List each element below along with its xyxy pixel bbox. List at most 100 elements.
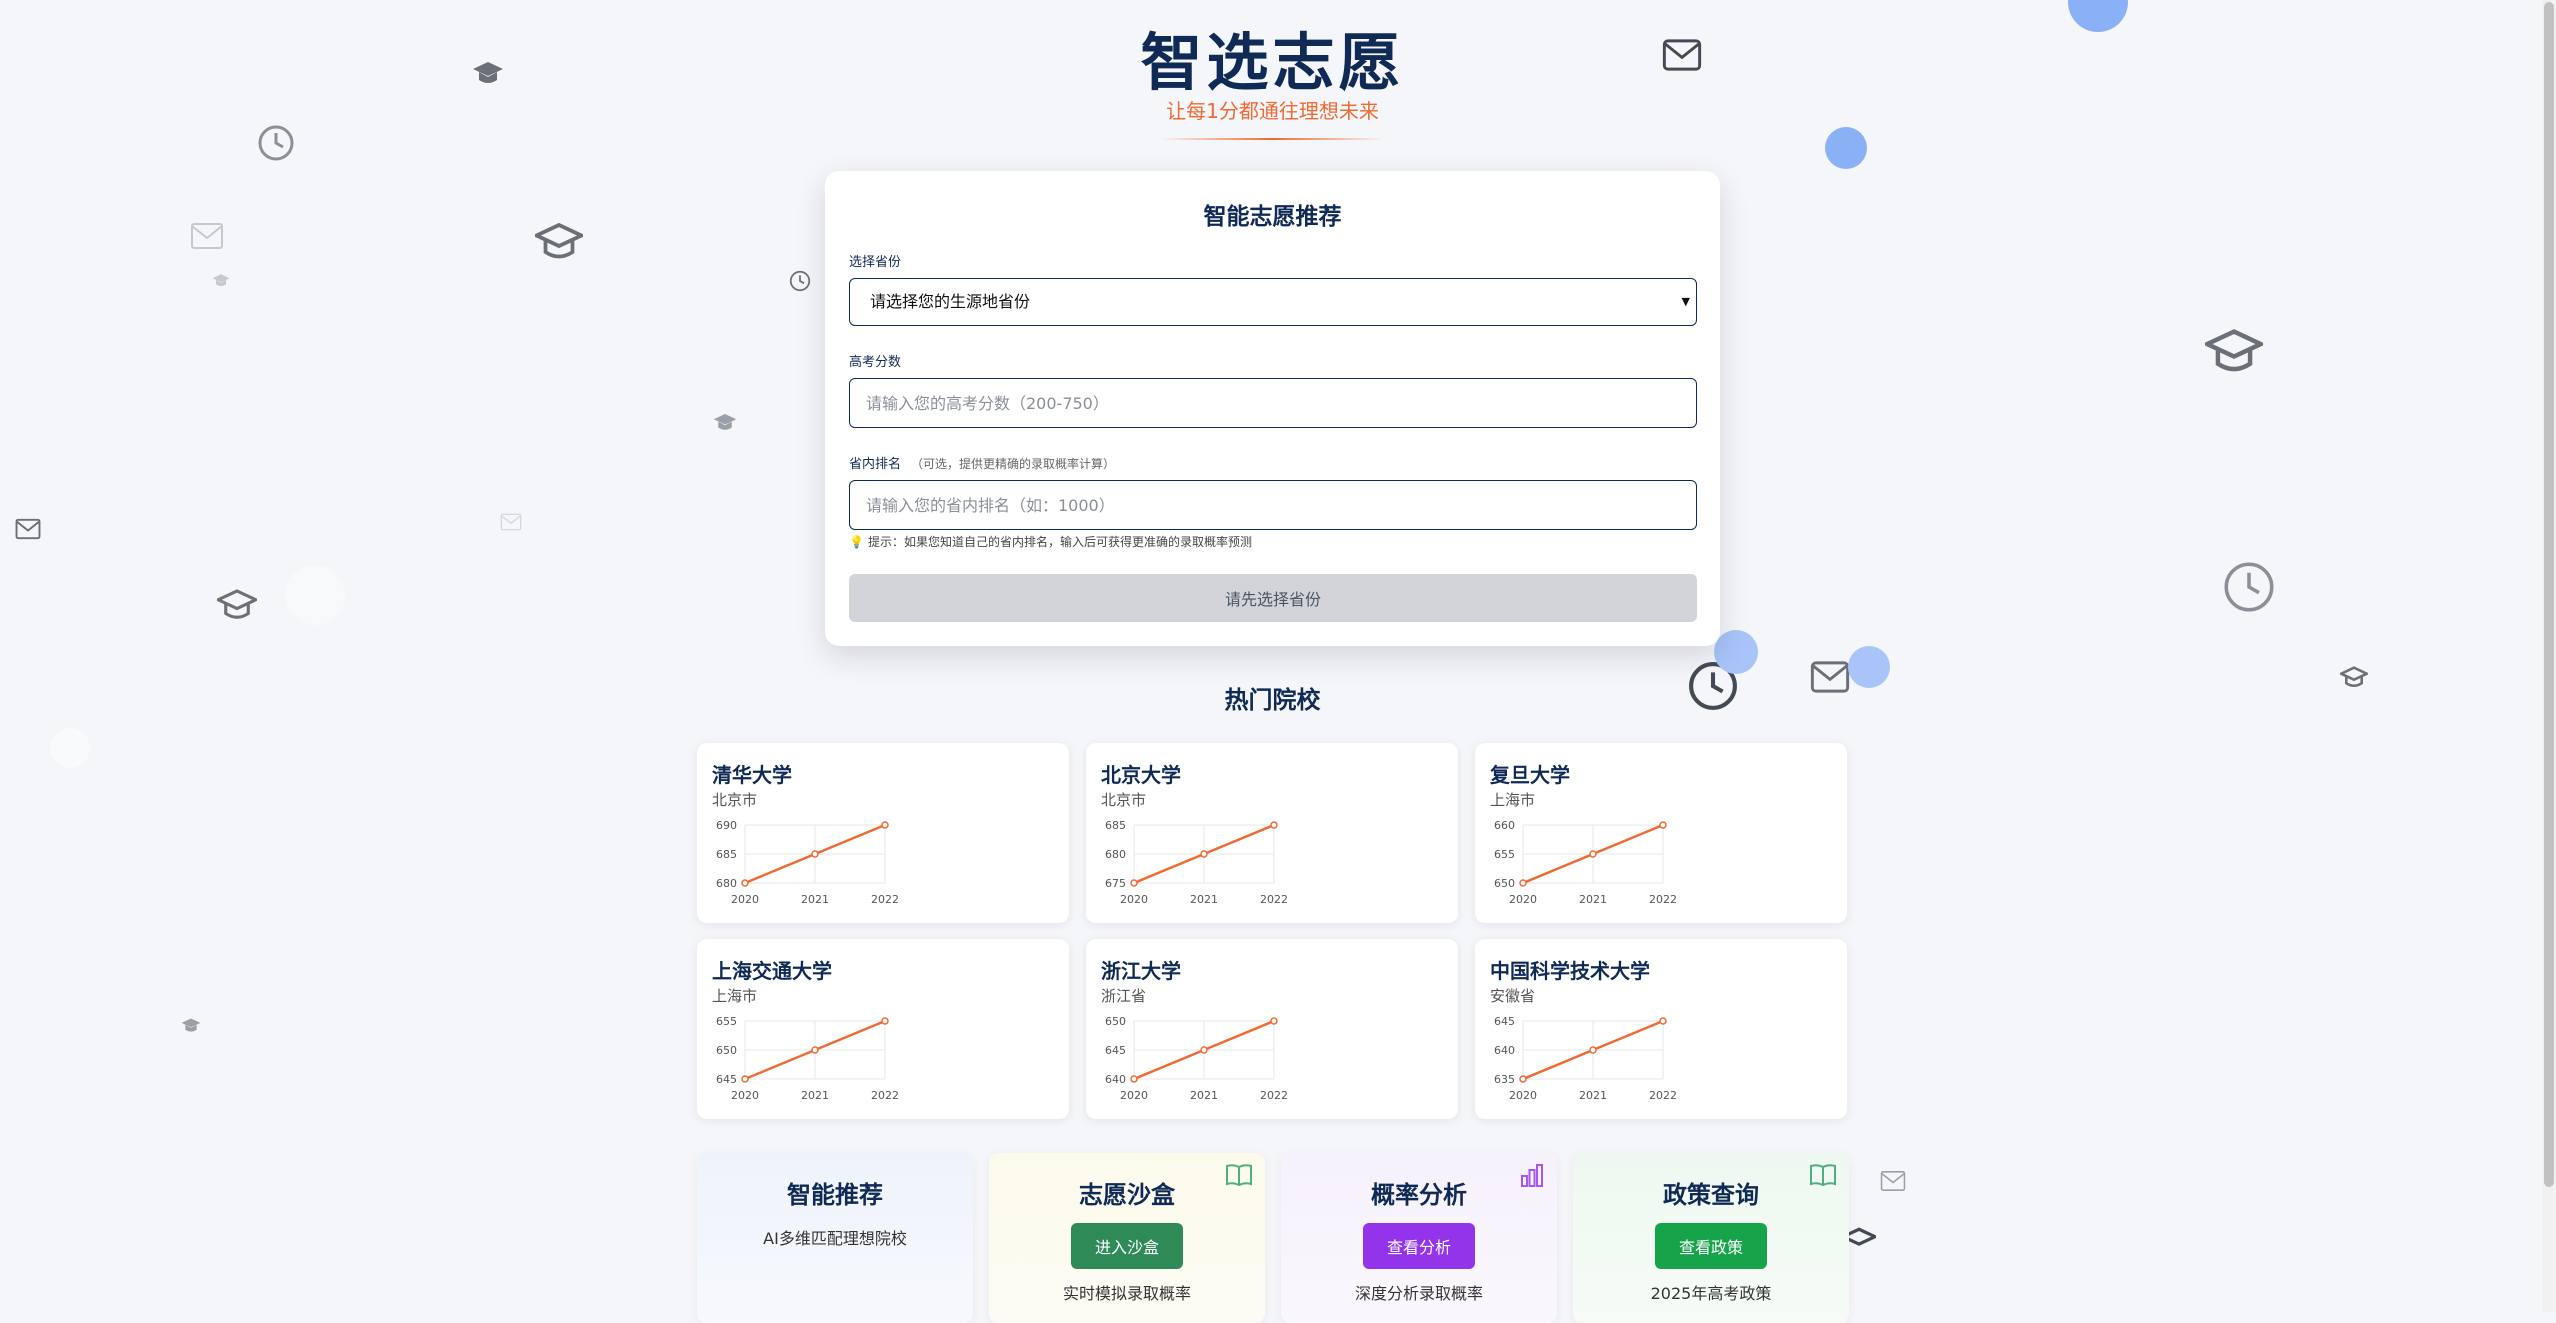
university-name: 北京大学 bbox=[1101, 763, 1181, 787]
recommend-form-card: 智能志愿推荐 选择省份 请选择您的生源地省份 ▼ 高考分数 省内排名 （可选，提供… bbox=[825, 171, 1720, 646]
y-tick-label: 645 bbox=[1494, 1015, 1515, 1028]
score-trend-chart: 650 655 660 2020 2021 2022 bbox=[1494, 819, 1677, 906]
x-tick-label: 2021 bbox=[801, 893, 829, 906]
book-icon bbox=[1809, 1163, 1837, 1191]
y-tick-label: 675 bbox=[1105, 877, 1126, 890]
feature-description: 实时模拟录取概率 bbox=[1062, 1284, 1191, 1303]
feature-button[interactable]: 进入沙盒 bbox=[1071, 1223, 1183, 1269]
x-tick-label: 2020 bbox=[1120, 893, 1148, 906]
graduation-cap-icon bbox=[212, 273, 230, 289]
feature-title: 概率分析 bbox=[1371, 1181, 1467, 1209]
y-tick-label: 645 bbox=[1105, 1044, 1126, 1057]
mail-icon bbox=[500, 513, 522, 531]
submit-button[interactable]: 请先选择省份 bbox=[849, 574, 1697, 622]
book-icon bbox=[1225, 1163, 1253, 1191]
y-tick-label: 640 bbox=[1494, 1044, 1515, 1057]
university-card[interactable]: 复旦大学 上海市 650 655 660 2020 2021 2022 bbox=[1475, 743, 1847, 923]
university-card[interactable]: 清华大学 北京市 680 685 690 2020 2021 2022 bbox=[697, 743, 1069, 923]
university-card[interactable]: 上海交通大学 上海市 645 650 655 2020 2021 2022 bbox=[697, 939, 1069, 1119]
mail-icon bbox=[15, 518, 41, 540]
university-card[interactable]: 北京大学 北京市 675 680 685 2020 2021 2022 bbox=[1086, 743, 1458, 923]
graduation-cap-icon bbox=[713, 412, 737, 434]
x-tick-label: 2021 bbox=[1579, 1089, 1607, 1102]
feature-card[interactable]: 政策查询 2025年高考政策 查看政策 bbox=[1573, 1153, 1849, 1323]
university-name: 清华大学 bbox=[712, 763, 792, 787]
y-tick-label: 650 bbox=[1494, 877, 1515, 890]
chevron-down-icon: ▼ bbox=[1681, 295, 1690, 308]
x-tick-label: 2022 bbox=[1260, 893, 1288, 906]
university-card[interactable]: 浙江大学 浙江省 640 645 650 2020 2021 2022 bbox=[1086, 939, 1458, 1119]
rank-label-row: 省内排名 （可选，提供更精确的录取概率计算） bbox=[849, 453, 1115, 472]
data-point bbox=[811, 1046, 819, 1054]
y-tick-label: 635 bbox=[1494, 1073, 1515, 1086]
x-tick-label: 2022 bbox=[1260, 1089, 1288, 1102]
decor-circle bbox=[285, 565, 345, 625]
university-name: 复旦大学 bbox=[1490, 763, 1570, 787]
feature-card[interactable]: 智能推荐 AI多维匹配理想院校 bbox=[697, 1153, 973, 1323]
y-tick-label: 660 bbox=[1494, 819, 1515, 832]
data-point bbox=[881, 821, 889, 829]
data-point bbox=[1589, 1046, 1597, 1054]
app-slogan: 让每1分都通往理想未来 bbox=[1166, 99, 1379, 123]
x-tick-label: 2020 bbox=[731, 1089, 759, 1102]
feature-card[interactable]: 志愿沙盒 实时模拟录取概率 进入沙盒 bbox=[989, 1153, 1265, 1323]
x-tick-label: 2021 bbox=[1190, 893, 1218, 906]
feature-button[interactable]: 查看政策 bbox=[1655, 1223, 1767, 1269]
data-point bbox=[1659, 821, 1667, 829]
university-name: 浙江大学 bbox=[1101, 959, 1181, 983]
x-tick-label: 2020 bbox=[1120, 1089, 1148, 1102]
clock-icon bbox=[789, 270, 811, 292]
clock-icon bbox=[257, 124, 295, 162]
graduation-cap-icon bbox=[217, 588, 257, 624]
province-label: 选择省份 bbox=[849, 255, 902, 270]
y-tick-label: 685 bbox=[1105, 819, 1126, 832]
university-location: 上海市 bbox=[1490, 791, 1536, 809]
feature-description: AI多维匹配理想院校 bbox=[763, 1229, 907, 1248]
university-location: 上海市 bbox=[712, 987, 758, 1005]
data-point bbox=[1589, 850, 1597, 858]
rank-input[interactable] bbox=[849, 480, 1697, 530]
data-point bbox=[1519, 879, 1527, 887]
score-trend-chart: 645 650 655 2020 2021 2022 bbox=[716, 1015, 899, 1102]
feature-button[interactable]: 查看分析 bbox=[1363, 1223, 1475, 1269]
rank-tip: 💡 提示：如果您知道自己的省内排名，输入后可获得更准确的录取概率预测 bbox=[849, 533, 1252, 550]
university-location: 安徽省 bbox=[1490, 987, 1536, 1005]
graduation-cap-icon bbox=[535, 222, 583, 264]
university-location: 北京市 bbox=[1101, 791, 1147, 809]
slogan-divider bbox=[1160, 138, 1385, 140]
scrollbar-thumb[interactable] bbox=[2544, 2, 2554, 1187]
x-tick-label: 2021 bbox=[1579, 893, 1607, 906]
feature-description: 深度分析录取概率 bbox=[1354, 1284, 1483, 1303]
x-tick-label: 2020 bbox=[1509, 1089, 1537, 1102]
data-point bbox=[1270, 821, 1278, 829]
score-input[interactable] bbox=[849, 378, 1697, 428]
y-tick-label: 655 bbox=[1494, 848, 1515, 861]
mail-icon bbox=[190, 222, 224, 250]
lightbulb-icon: 💡 bbox=[849, 535, 864, 549]
graduation-cap-icon bbox=[2205, 328, 2263, 378]
data-point bbox=[1130, 1075, 1138, 1083]
university-name: 中国科学技术大学 bbox=[1490, 959, 1650, 983]
data-point bbox=[881, 1017, 889, 1025]
hot-universities-title: 热门院校 bbox=[1224, 686, 1321, 714]
scrollbar[interactable] bbox=[2542, 0, 2556, 1312]
score-trend-chart: 675 680 685 2020 2021 2022 bbox=[1105, 819, 1288, 906]
data-point bbox=[1270, 1017, 1278, 1025]
x-tick-label: 2022 bbox=[1649, 1089, 1677, 1102]
data-point bbox=[1200, 1046, 1208, 1054]
feature-card[interactable]: 概率分析深度分析录取概率 查看分析 bbox=[1281, 1153, 1557, 1323]
x-tick-label: 2022 bbox=[1649, 893, 1677, 906]
x-tick-label: 2022 bbox=[871, 893, 899, 906]
university-card[interactable]: 中国科学技术大学安徽省 635 640 645 2020 2021 2022 bbox=[1475, 939, 1847, 1119]
data-point bbox=[1659, 1017, 1667, 1025]
feature-title: 政策查询 bbox=[1663, 1181, 1759, 1209]
score-trend-chart: 680 685 690 2020 2021 2022 bbox=[716, 819, 899, 906]
data-point bbox=[1130, 879, 1138, 887]
y-tick-label: 650 bbox=[716, 1044, 737, 1057]
score-trend-chart: 635 640 645 2020 2021 2022 bbox=[1494, 1015, 1677, 1102]
province-select[interactable]: 请选择您的生源地省份 ▼ bbox=[849, 278, 1697, 326]
rank-label: 省内排名 bbox=[849, 457, 902, 472]
feature-description: 2025年高考政策 bbox=[1650, 1284, 1772, 1303]
university-location: 浙江省 bbox=[1101, 987, 1147, 1005]
mail-icon bbox=[1880, 1170, 1906, 1192]
